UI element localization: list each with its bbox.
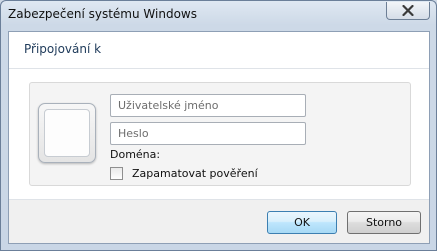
dialog-content: Připojování k Doména: Zapamatovat pověře… — [8, 31, 430, 244]
password-input[interactable] — [110, 122, 306, 145]
user-tile-frame — [44, 109, 90, 157]
remember-credentials-option[interactable]: Zapamatovat pověření — [110, 165, 258, 181]
remember-label: Zapamatovat pověření — [132, 166, 258, 180]
username-input[interactable] — [110, 94, 306, 117]
remember-checkbox[interactable] — [110, 166, 123, 180]
credential-tile: Doména: Zapamatovat pověření — [29, 82, 411, 186]
dialog-heading: Připojování k — [24, 42, 102, 56]
user-tile-icon — [38, 103, 96, 163]
cancel-button[interactable]: Storno — [347, 211, 421, 234]
button-bar: OK Storno — [9, 200, 429, 243]
ok-button[interactable]: OK — [267, 211, 337, 234]
close-icon — [402, 5, 414, 16]
header-divider — [9, 68, 429, 69]
window-title: Zabezpečení systému Windows — [8, 7, 197, 21]
credential-dialog-window: Zabezpečení systému Windows Připojování … — [0, 0, 437, 251]
close-button[interactable] — [386, 2, 430, 20]
domain-label: Doména: — [110, 148, 161, 161]
